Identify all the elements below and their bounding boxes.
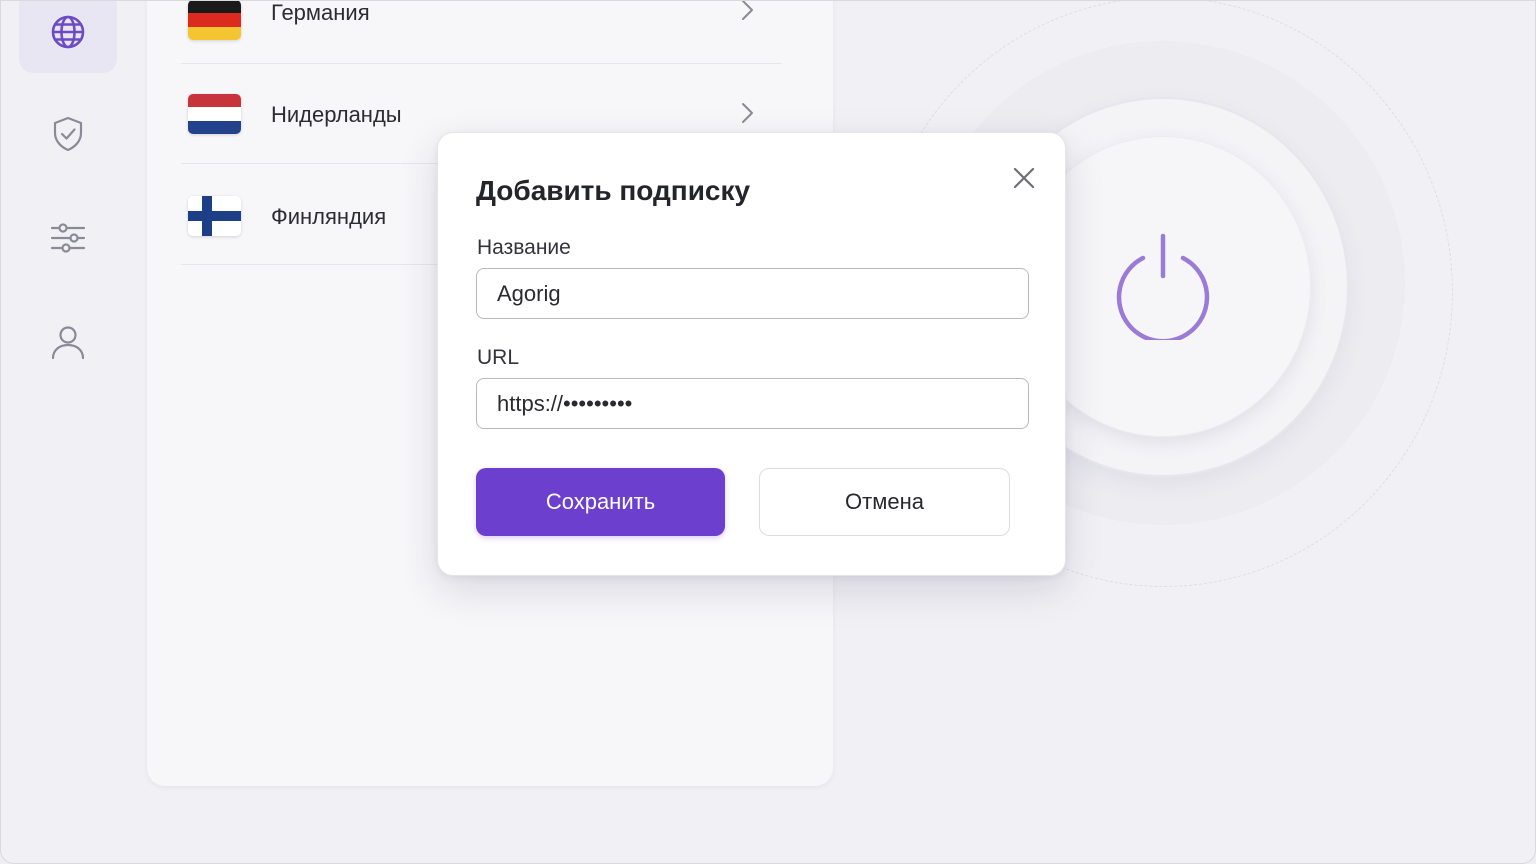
power-icon xyxy=(1116,233,1210,340)
app-window: Германия Нидерланды Финляндия Добавить п… xyxy=(0,0,1536,864)
chevron-right-icon xyxy=(742,103,753,123)
sidebar-item-servers[interactable] xyxy=(19,1,117,73)
finland-flag-icon xyxy=(188,196,241,236)
cancel-button[interactable]: Отмена xyxy=(759,468,1010,536)
add-subscription-dialog: Добавить подписку Название URL Сохранить… xyxy=(437,132,1066,576)
server-name: Финляндия xyxy=(271,204,387,229)
user-icon xyxy=(51,326,85,360)
save-button[interactable]: Сохранить xyxy=(476,468,725,536)
sliders-icon xyxy=(50,223,86,253)
sidebar-item-settings[interactable] xyxy=(19,197,117,279)
germany-flag-icon xyxy=(188,1,241,40)
sidebar-item-security[interactable] xyxy=(19,93,117,175)
globe-icon xyxy=(51,15,85,49)
name-field-label: Название xyxy=(477,236,571,259)
close-button[interactable] xyxy=(1008,162,1040,194)
sidebar-item-account[interactable] xyxy=(19,301,117,383)
server-row-germany[interactable]: Германия xyxy=(181,0,781,64)
sidebar xyxy=(1,1,135,863)
close-icon xyxy=(1013,167,1035,189)
chevron-right-icon xyxy=(742,1,753,20)
netherlands-flag-icon xyxy=(188,94,241,134)
url-input[interactable] xyxy=(476,378,1029,429)
shield-check-icon xyxy=(53,116,83,152)
server-name: Нидерланды xyxy=(271,102,402,127)
dialog-title: Добавить подписку xyxy=(476,175,751,206)
url-field-label: URL xyxy=(477,346,520,369)
server-name: Германия xyxy=(271,0,370,25)
name-input[interactable] xyxy=(476,268,1029,319)
